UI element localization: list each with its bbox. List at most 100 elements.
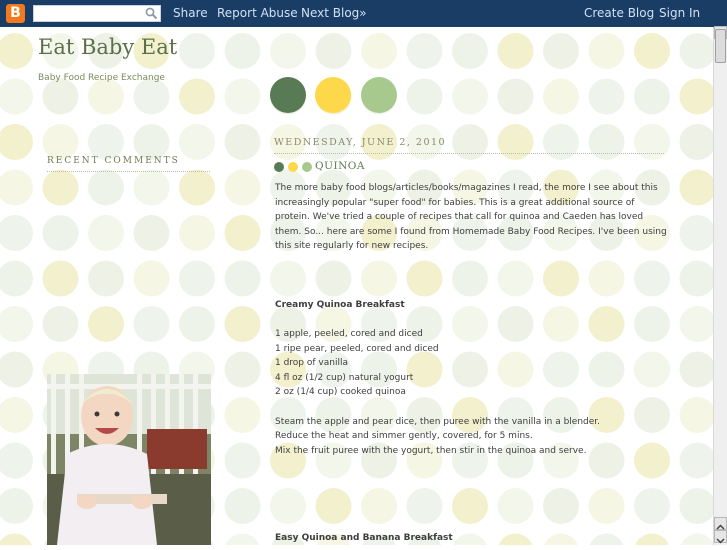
background-dot — [88, 78, 124, 115]
sign-in-link[interactable]: Sign In — [659, 6, 700, 20]
background-dot — [406, 78, 443, 115]
recipe-title: Creamy Quinoa Breakfast — [275, 299, 405, 310]
next-blog-link[interactable]: Next Blog» — [301, 6, 367, 20]
background-dot — [42, 124, 79, 160]
background-dot — [679, 260, 713, 297]
header-dot-light-green — [361, 77, 397, 113]
post-title-link[interactable]: QUINOA — [315, 160, 365, 172]
post-date: WEDNESDAY, JUNE 2, 2010 — [274, 137, 664, 154]
header-dot-yellow — [315, 77, 351, 113]
create-blog-link[interactable]: Create Blog — [584, 6, 654, 20]
background-dot — [0, 397, 33, 433]
recipe-step: Mix the fruit puree with the yogurt, the… — [275, 445, 587, 456]
background-dot — [42, 260, 79, 297]
post-intro: The more baby food blogs/articles/books/… — [275, 183, 667, 252]
background-dot — [179, 169, 215, 206]
chevron-down-icon — [716, 538, 725, 544]
background-dot — [224, 215, 261, 251]
background-dot — [0, 78, 33, 115]
background-dot — [224, 306, 261, 342]
background-dot — [679, 306, 713, 342]
background-dot — [679, 215, 713, 251]
background-dot — [224, 488, 261, 524]
background-dot — [224, 442, 261, 479]
ingredient-line: 1 ripe pear, peeled, cored and diced — [275, 343, 439, 354]
background-dot — [588, 78, 625, 115]
background-dot — [224, 169, 261, 206]
recipe-step: Steam the apple and pear dice, then pure… — [275, 416, 601, 427]
background-dot — [634, 78, 670, 115]
background-dot — [679, 78, 713, 115]
background-dot — [88, 215, 124, 251]
background-dot — [634, 33, 670, 69]
background-dot — [179, 33, 215, 69]
background-dot — [224, 124, 261, 160]
background-dot — [680, 533, 713, 545]
blog-title[interactable]: Eat Baby Eat — [38, 35, 177, 59]
background-dot — [179, 78, 215, 115]
background-dot — [88, 169, 124, 206]
background-dot — [270, 33, 306, 69]
background-dot — [133, 169, 170, 206]
background-dot — [588, 33, 625, 69]
ingredient-line: 2 oz (1/4 cup) cooked quinoa — [275, 387, 406, 398]
background-dot — [679, 33, 713, 69]
background-dot — [0, 533, 32, 545]
post-body: The more baby food blogs/articles/books/… — [275, 181, 667, 546]
background-dot — [133, 215, 170, 251]
background-dot — [179, 260, 215, 297]
header-dot-dark-green — [270, 77, 306, 113]
background-dot — [179, 124, 215, 160]
background-dot — [224, 78, 261, 115]
background-dot — [452, 33, 488, 69]
blogger-logo-icon[interactable]: B — [6, 4, 25, 23]
background-dot — [224, 33, 261, 69]
background-dot — [0, 442, 33, 479]
background-dot — [133, 260, 170, 297]
background-dot — [0, 215, 33, 251]
background-dot — [42, 78, 79, 115]
background-dot — [224, 397, 261, 433]
background-dot — [543, 78, 579, 115]
title-dot-yellow — [288, 162, 298, 172]
background-dot — [225, 533, 260, 545]
scroll-up-bottom-button[interactable] — [714, 517, 727, 530]
recent-comments-heading: RECENT COMMENTS — [47, 156, 210, 172]
background-dot — [88, 260, 124, 297]
background-dot — [133, 306, 170, 342]
title-dot-light-green — [302, 162, 312, 172]
ingredient-line: 1 apple, peeled, cored and diced — [275, 328, 423, 339]
recipe-step: Reduce the heat and simmer gently, cover… — [275, 431, 533, 442]
vertical-scrollbar[interactable] — [713, 26, 727, 545]
ingredient-line: 1 drop of vanilla — [275, 358, 348, 369]
background-dot — [0, 488, 33, 524]
background-dot — [679, 351, 713, 388]
share-link[interactable]: Share — [173, 6, 208, 20]
background-dot — [133, 78, 170, 115]
scrollbar-thumb[interactable] — [715, 29, 726, 63]
scroll-down-button[interactable] — [714, 530, 727, 544]
report-abuse-link[interactable]: Report Abuse — [217, 6, 298, 20]
background-dot — [88, 306, 124, 342]
background-dot — [679, 488, 713, 524]
background-dot — [679, 397, 713, 433]
background-dot — [42, 215, 79, 251]
background-dot — [179, 306, 215, 342]
title-dot-dark-green — [274, 162, 284, 172]
background-dot — [0, 33, 33, 69]
background-dot — [42, 306, 79, 342]
ingredient-line: 4 fl oz (1/2 cup) natural yogurt — [275, 372, 414, 383]
background-dot — [497, 33, 534, 69]
blogger-navbar: B Share Report Abuse Next Blog» Create B… — [0, 0, 727, 27]
background-dot — [179, 215, 215, 251]
background-dot — [679, 442, 713, 479]
background-dot — [406, 33, 443, 69]
search-icon[interactable] — [145, 7, 158, 20]
background-dot — [224, 351, 261, 388]
background-dot — [0, 260, 33, 297]
background-dot — [679, 169, 713, 206]
background-dot — [0, 169, 33, 206]
background-dot — [224, 260, 261, 297]
background-dot — [0, 306, 33, 342]
search-input[interactable] — [33, 5, 161, 22]
